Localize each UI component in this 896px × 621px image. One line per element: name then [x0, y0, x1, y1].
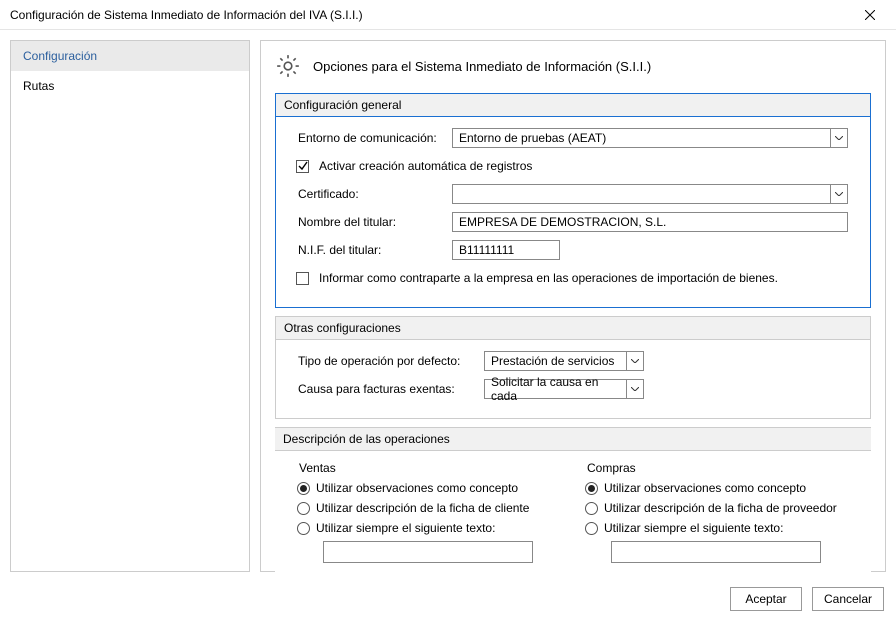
sales-opt1-label: Utilizar observaciones como concepto	[316, 481, 561, 495]
fieldset-legend: Otras configuraciones	[276, 317, 870, 340]
cert-label: Certificado:	[298, 187, 446, 201]
exempt-cause-label: Causa para facturas exentas:	[298, 382, 478, 396]
chevron-down-icon	[830, 129, 847, 147]
fieldset-legend: Descripción de las operaciones	[275, 427, 871, 451]
cancel-label: Cancelar	[824, 592, 872, 606]
exempt-cause-value: Solicitar la causa en cada	[491, 375, 623, 403]
ok-label: Aceptar	[745, 592, 786, 606]
dialog-body: Configuración Rutas Opciones para el Sis…	[0, 30, 896, 572]
sales-opt2-label: Utilizar descripción de la ficha de clie…	[316, 501, 561, 515]
main-panel: Opciones para el Sistema Inmediato de In…	[260, 40, 886, 572]
chevron-down-icon	[626, 352, 643, 370]
sales-free-text-input[interactable]	[323, 541, 533, 563]
radio-icon	[585, 522, 598, 535]
op-type-combo[interactable]: Prestación de servicios	[484, 351, 644, 371]
sidebar-item-label: Configuración	[23, 49, 97, 63]
purchases-opt2-label: Utilizar descripción de la ficha de prov…	[604, 501, 849, 515]
radio-icon	[585, 482, 598, 495]
inform-counterparty-label: Informar como contraparte a la empresa e…	[319, 271, 778, 285]
exempt-cause-combo[interactable]: Solicitar la causa en cada	[484, 379, 644, 399]
holder-name-input[interactable]: EMPRESA DE DEMOSTRACION, S.L.	[452, 212, 848, 232]
fieldset-general: Configuración general Entorno de comunic…	[275, 93, 871, 308]
purchases-free-text-input[interactable]	[611, 541, 821, 563]
chevron-down-icon	[626, 380, 643, 398]
purchases-opt3-label: Utilizar siempre el siguiente texto:	[604, 521, 849, 535]
panel-header: Opciones para el Sistema Inmediato de In…	[275, 53, 871, 79]
sidebar-item-configuracion[interactable]: Configuración	[11, 41, 249, 71]
dialog-footer: Aceptar Cancelar	[730, 587, 884, 611]
env-value: Entorno de pruebas (AEAT)	[459, 131, 606, 145]
radio-icon	[585, 502, 598, 515]
holder-nif-label: N.I.F. del titular:	[298, 243, 446, 257]
sales-opt2[interactable]: Utilizar descripción de la ficha de clie…	[297, 501, 561, 515]
env-label: Entorno de comunicación:	[298, 131, 446, 145]
ok-button[interactable]: Aceptar	[730, 587, 802, 611]
fieldset-other: Otras configuraciones Tipo de operación …	[275, 316, 871, 419]
titlebar: Configuración de Sistema Inmediato de In…	[0, 0, 896, 30]
cancel-button[interactable]: Cancelar	[812, 587, 884, 611]
panel-title: Opciones para el Sistema Inmediato de In…	[313, 59, 651, 74]
purchases-title: Compras	[587, 461, 849, 475]
auto-create-label: Activar creación automática de registros	[319, 159, 532, 173]
purchases-opt3[interactable]: Utilizar siempre el siguiente texto:	[585, 521, 849, 535]
purchases-opt1[interactable]: Utilizar observaciones como concepto	[585, 481, 849, 495]
close-icon	[865, 10, 875, 20]
op-type-label: Tipo de operación por defecto:	[298, 354, 478, 368]
purchases-opt1-label: Utilizar observaciones como concepto	[604, 481, 849, 495]
sales-opt3[interactable]: Utilizar siempre el siguiente texto:	[297, 521, 561, 535]
gear-icon	[275, 53, 301, 79]
env-combo[interactable]: Entorno de pruebas (AEAT)	[452, 128, 848, 148]
window-title: Configuración de Sistema Inmediato de In…	[10, 8, 852, 22]
holder-name-label: Nombre del titular:	[298, 215, 446, 229]
fieldset-legend: Configuración general	[276, 94, 870, 117]
radio-icon	[297, 502, 310, 515]
sales-opt1[interactable]: Utilizar observaciones como concepto	[297, 481, 561, 495]
cert-combo[interactable]	[452, 184, 848, 204]
close-button[interactable]	[852, 1, 888, 29]
holder-name-value: EMPRESA DE DEMOSTRACION, S.L.	[459, 215, 666, 229]
sales-title: Ventas	[299, 461, 561, 475]
sidebar: Configuración Rutas	[10, 40, 250, 572]
auto-create-checkbox[interactable]	[296, 160, 309, 173]
radio-icon	[297, 522, 310, 535]
fieldset-desc: Descripción de las operaciones Ventas Ut…	[275, 427, 871, 575]
sidebar-item-rutas[interactable]: Rutas	[11, 71, 249, 101]
inform-counterparty-checkbox[interactable]	[296, 272, 309, 285]
purchases-opt2[interactable]: Utilizar descripción de la ficha de prov…	[585, 501, 849, 515]
check-icon	[298, 161, 308, 171]
chevron-down-icon	[830, 185, 847, 203]
op-type-value: Prestación de servicios	[491, 354, 614, 368]
purchases-column: Compras Utilizar observaciones como conc…	[585, 461, 849, 563]
sidebar-item-label: Rutas	[23, 79, 54, 93]
holder-nif-value: B11111111	[459, 243, 514, 257]
sales-column: Ventas Utilizar observaciones como conce…	[297, 461, 561, 563]
radio-icon	[297, 482, 310, 495]
holder-nif-input[interactable]: B11111111	[452, 240, 560, 260]
sales-opt3-label: Utilizar siempre el siguiente texto:	[316, 521, 561, 535]
